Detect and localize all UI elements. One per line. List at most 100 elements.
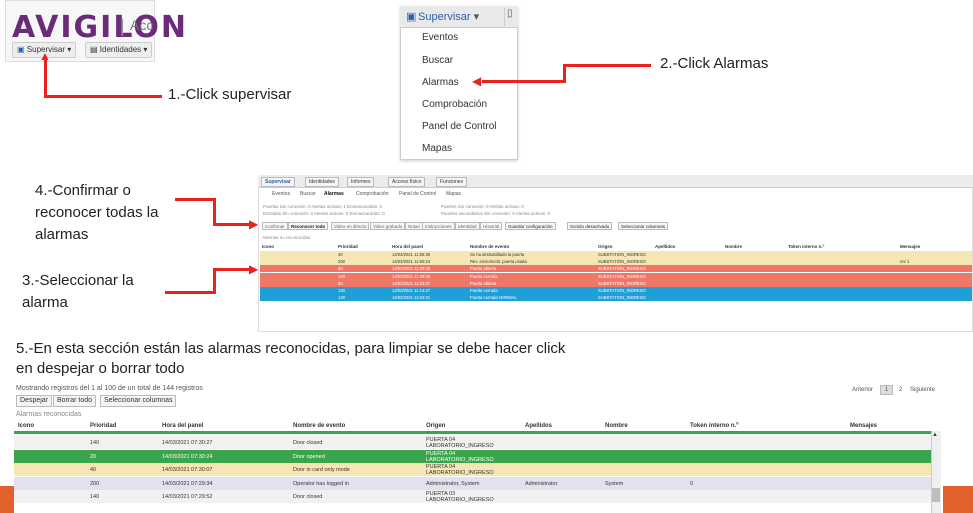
clear-button[interactable]: Despejar (16, 395, 53, 407)
alarm-row[interactable]: 150 14/03/2021 11:38:49 Puerta cerrada SUBS… (260, 272, 972, 280)
dropdown-header-label[interactable]: Supervisar ▾ (418, 10, 479, 23)
alarm-row[interactable]: 140 14/03/2021 11:04:21 Puerta cerrada NOR… (260, 294, 972, 302)
col-mensajes[interactable]: Mensajes (850, 423, 877, 429)
ack-cell-event: Operator has logged in (293, 480, 349, 487)
alarm-cell-event: Puerta cerrada (470, 288, 498, 293)
alarm-cell-origin: SUBSTATION_INGRESO (598, 259, 646, 265)
ack-cell-event: Door in card only mode (293, 467, 350, 473)
chevron-down-icon: ▾ (143, 45, 148, 54)
tab-mapas[interactable]: Mapas (446, 191, 461, 197)
ack-row[interactable]: 140 14/03/2021 07:29:52 Door closed PUERTA … (14, 490, 931, 503)
ack-cell-prio: 20 (90, 453, 97, 460)
ack-row[interactable]: 40 14/03/2021 07:30:07 Door in card only m… (14, 463, 931, 476)
col-apellidos[interactable]: Apellidos (525, 423, 552, 429)
save-config-button[interactable]: Guardar configuración (505, 222, 556, 230)
tab-buscar[interactable]: Buscar (300, 191, 316, 197)
status-entradas: Entradas Sin conexión: 0 Alertas activas… (263, 211, 385, 216)
live-video-button[interactable]: Video en directo (331, 222, 370, 230)
col-prioridad[interactable]: Prioridad (90, 423, 116, 429)
menu-identidades-button[interactable]: ▤ Identidades ▾ (85, 42, 153, 58)
ack-cell-time: 14/03/2021 07:30:27 (162, 440, 213, 446)
step4-annotation: 4.-Confirmar o reconocer todas la alarma… (35, 182, 159, 243)
dropdown-item-eventos[interactable]: Eventos (422, 32, 458, 43)
tab-comprobacion[interactable]: Comprobación (356, 191, 389, 197)
history-button[interactable]: Historial (480, 222, 503, 230)
ack-section-title: Alarmas reconocidas (16, 411, 82, 418)
col-origen[interactable]: Origen (598, 244, 613, 249)
ack-cell-event: Door closed (293, 440, 323, 446)
confirm-button[interactable]: Confirmar (262, 222, 288, 230)
alarm-row[interactable]: 40 14/03/2021 11:56:39 Se ha deshabilitado… (260, 251, 972, 258)
alarm-cell-origin: SUBSTATION_INGRESO (598, 273, 646, 279)
acknowledge-all-button[interactable]: Reconocer todo (288, 222, 329, 230)
alarm-row[interactable]: 140 14/03/2021 11:14:27 Puerta cerrada SUBS… (260, 287, 972, 294)
col-nombre[interactable]: Nombre (605, 423, 628, 429)
pager-page-2[interactable]: 2 (899, 387, 902, 393)
scrollbar-thumb[interactable] (932, 488, 940, 502)
col-mensajes[interactable]: Mensajes (900, 244, 920, 249)
col-hora[interactable]: Hora del panel (392, 244, 423, 249)
nav-informes[interactable]: Informes (347, 177, 375, 187)
alarm-cell-time: 14/03/2021 11:38:49 (392, 273, 431, 279)
arrow-line (44, 95, 162, 98)
tab-alarmas[interactable]: Alarmas (324, 191, 344, 197)
col-token[interactable]: Token interno n.º (690, 423, 738, 429)
instructions-button[interactable]: Instrucciones (422, 222, 455, 230)
col-hora[interactable]: Hora del panel (162, 423, 203, 429)
alarm-cell-prio: 40 (338, 252, 343, 257)
alarm-row[interactable]: 200 14/03/2021 11:50:24 Rev. envío/recib. … (260, 258, 972, 266)
alarm-row[interactable]: 50 14/03/2021 11:24:27 Puerta abierta SUBST… (260, 279, 972, 287)
scroll-up-icon[interactable]: ▲ (932, 432, 938, 438)
ack-row[interactable]: 200 14/03/2021 07:29:34 Operator has logge… (14, 476, 931, 490)
ack-cell-time: 14/03/2021 07:30:07 (162, 467, 213, 473)
col-nombre-evento[interactable]: Nombre de evento (293, 423, 345, 429)
pager-page-1[interactable]: 1 (880, 385, 894, 395)
col-apellidos[interactable]: Apellidos (655, 244, 675, 249)
nav-funciones[interactable]: Funciones (436, 177, 468, 187)
alarm-cell-prio: 50 (338, 280, 343, 286)
select-columns-button[interactable]: Seleccionar columnas (100, 395, 177, 407)
nav-acceso-fisico[interactable]: Acceso físico (388, 177, 426, 187)
ack-cell-token: 0 (690, 480, 694, 487)
ack-row[interactable]: 20 14/03/2021 07:30:24 Door opened PUERTA 0… (14, 449, 931, 463)
col-prioridad[interactable]: Prioridad (338, 244, 358, 249)
arrow-line (213, 268, 253, 271)
select-columns-button[interactable]: Seleccionar columnas (618, 222, 669, 230)
clear-all-button[interactable]: Borrar todo (53, 395, 97, 407)
alarm-cell-event: Se ha deshabilitado la puerta (470, 252, 525, 257)
col-nombre[interactable]: Nombre (725, 244, 742, 249)
col-origen[interactable]: Origen (426, 423, 445, 429)
records-count: Mostrando registros del 1 al 100 de un t… (16, 385, 203, 392)
col-nombre-evento[interactable]: Nombre de evento (470, 244, 509, 249)
col-token[interactable]: Token interno n.º (788, 244, 824, 249)
identity-button[interactable]: Identidad (455, 222, 480, 230)
ack-cell-prio: 140 (90, 440, 100, 446)
step3-annotation: 3.-Seleccionar la alarma (22, 272, 134, 311)
pager-next[interactable]: Siguiente (910, 387, 935, 393)
arrow-line (213, 198, 216, 226)
pager-previous[interactable]: Anterior (852, 387, 873, 393)
col-icono[interactable]: Icono (18, 423, 34, 429)
tab-panel-control[interactable]: Panel de Control (399, 191, 436, 197)
sound-off-button[interactable]: Sonido desactivado (567, 222, 613, 230)
next-menu-icon[interactable]: ▯ (504, 8, 516, 26)
col-icono[interactable]: Icono (262, 244, 274, 249)
alarm-cell-origin: SUBSTATION_INGRESO (598, 252, 646, 257)
tab-eventos[interactable]: Eventos (272, 191, 290, 197)
dropdown-item-mapas[interactable]: Mapas (422, 143, 452, 154)
nav-identidades[interactable]: Identidades (305, 177, 339, 187)
alarm-row[interactable]: 50 14/03/2021 11:39:30 Puerta abierta SUBST… (260, 265, 972, 273)
arrow-line (165, 291, 215, 294)
recorded-video-button[interactable]: Video grabado (370, 222, 406, 230)
notes-button[interactable]: Notas (405, 222, 423, 230)
alarm-cell-origin: SUBSTATION_INGRESO (598, 280, 646, 286)
dropdown-item-panel-control[interactable]: Panel de Control (422, 121, 497, 132)
ack-row[interactable]: 140 14/03/2021 07:30:27 Door closed PUERTA … (14, 436, 931, 449)
ack-cell-time: 14/03/2021 07:30:24 (162, 453, 213, 460)
dropdown-item-alarmas[interactable]: Alarmas (422, 77, 459, 88)
arrow-line (213, 268, 216, 294)
arrow-line (44, 58, 47, 98)
dropdown-item-comprobacion[interactable]: Comprobación (422, 99, 487, 110)
dropdown-item-buscar[interactable]: Buscar (422, 55, 453, 66)
nav-supervisar[interactable]: Supervisar (261, 177, 295, 187)
